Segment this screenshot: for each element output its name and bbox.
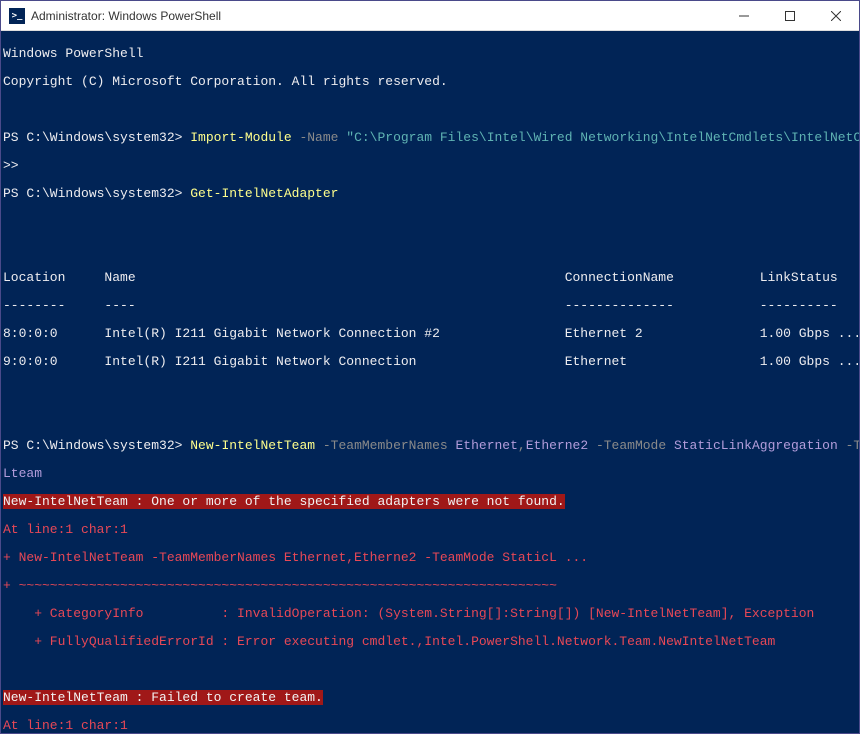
blank xyxy=(3,663,859,677)
param-arg: StaticLinkAggregation xyxy=(666,438,838,453)
param-flag: -Name xyxy=(292,130,339,145)
command-line-3: PS C:\Windows\system32> New-IntelNetTeam… xyxy=(3,439,859,453)
param-arg: Ethernet xyxy=(448,438,518,453)
continuation: >> xyxy=(3,159,859,173)
maximize-button[interactable] xyxy=(767,1,813,31)
param-flag: -TeamName xyxy=(838,438,859,453)
comma: , xyxy=(518,438,526,453)
window-controls xyxy=(721,1,859,31)
param-arg: "C:\Program Files\Intel\Wired Networking… xyxy=(338,130,859,145)
error-line: + FullyQualifiedErrorId : Error executin… xyxy=(3,635,859,649)
terminal-area[interactable]: Windows PowerShell Copyright (C) Microso… xyxy=(1,31,859,733)
table-row: 9:0:0:0 Intel(R) I211 Gigabit Network Co… xyxy=(3,355,859,369)
titlebar[interactable]: Administrator: Windows PowerShell xyxy=(1,1,859,31)
header-line: Windows PowerShell xyxy=(3,47,859,61)
maximize-icon xyxy=(785,11,795,21)
minimize-button[interactable] xyxy=(721,1,767,31)
blank xyxy=(3,411,859,425)
close-icon xyxy=(831,11,841,21)
powershell-icon xyxy=(9,8,25,24)
copyright-line: Copyright (C) Microsoft Corporation. All… xyxy=(3,75,859,89)
cmdlet: New-IntelNetTeam xyxy=(190,438,315,453)
command-line-2: PS C:\Windows\system32> Get-IntelNetAdap… xyxy=(3,187,859,201)
error-line: + ~~~~~~~~~~~~~~~~~~~~~~~~~~~~~~~~~~~~~~… xyxy=(3,579,859,593)
cmdlet: Import-Module xyxy=(190,130,291,145)
error-text: New-IntelNetTeam : Failed to create team… xyxy=(3,690,323,705)
table-separator: -------- ---- -------------- ---------- xyxy=(3,299,859,313)
error-line: At line:1 char:1 xyxy=(3,719,859,733)
cmdlet: Get-IntelNetAdapter xyxy=(190,186,338,201)
powershell-window: Administrator: Windows PowerShell Window… xyxy=(0,0,860,734)
prompt: PS C:\Windows\system32> xyxy=(3,438,190,453)
command-line-1: PS C:\Windows\system32> Import-Module -N… xyxy=(3,131,859,145)
command-wrap: Lteam xyxy=(3,467,859,481)
prompt: PS C:\Windows\system32> xyxy=(3,130,190,145)
blank xyxy=(3,243,859,257)
table-header: Location Name ConnectionName LinkStatus xyxy=(3,271,859,285)
minimize-icon xyxy=(739,11,749,21)
param-flag: -TeamMode xyxy=(588,438,666,453)
error-line: + CategoryInfo : InvalidOperation: (Syst… xyxy=(3,607,859,621)
close-button[interactable] xyxy=(813,1,859,31)
error-text: New-IntelNetTeam : One or more of the sp… xyxy=(3,494,565,509)
window-title: Administrator: Windows PowerShell xyxy=(31,9,721,23)
param-arg: Etherne2 xyxy=(526,438,588,453)
prompt: PS C:\Windows\system32> xyxy=(3,186,190,201)
error-line: At line:1 char:1 xyxy=(3,523,859,537)
param-arg: Lteam xyxy=(3,466,42,481)
table-row: 8:0:0:0 Intel(R) I211 Gigabit Network Co… xyxy=(3,327,859,341)
param-flag: -TeamMemberNames xyxy=(315,438,448,453)
error-line: New-IntelNetTeam : Failed to create team… xyxy=(3,691,859,705)
error-line: New-IntelNetTeam : One or more of the sp… xyxy=(3,495,859,509)
blank xyxy=(3,383,859,397)
blank xyxy=(3,103,859,117)
error-line: + New-IntelNetTeam -TeamMemberNames Ethe… xyxy=(3,551,859,565)
blank xyxy=(3,215,859,229)
